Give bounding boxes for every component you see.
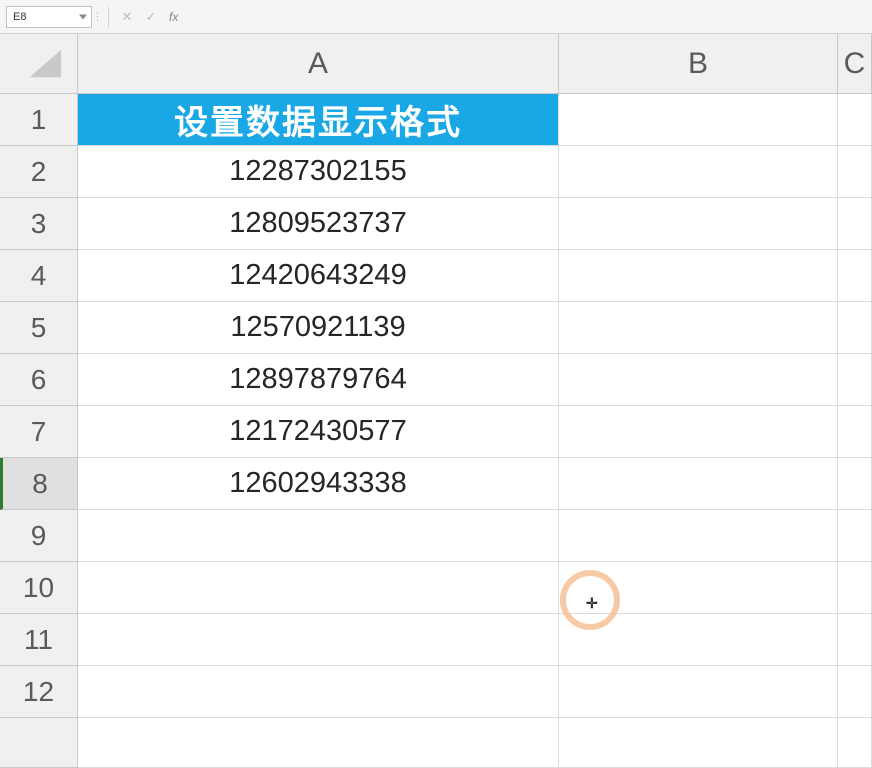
cell-grid: 设置数据显示格式 12287302155 12809523737 1242064… (78, 94, 872, 768)
cell-C4[interactable] (838, 250, 872, 302)
cell-C9[interactable] (838, 510, 872, 562)
cell-B10[interactable] (559, 562, 838, 614)
cell-C6[interactable] (838, 354, 872, 406)
row-2: 12287302155 (78, 146, 872, 198)
cell-A5[interactable]: 12570921139 (78, 302, 559, 354)
cell-A13[interactable] (78, 718, 559, 768)
cell-B5[interactable] (559, 302, 838, 354)
row-6: 12897879764 (78, 354, 872, 406)
row-header-5[interactable]: 5 (0, 302, 77, 354)
row-header-12[interactable]: 12 (0, 666, 77, 718)
name-box[interactable]: E8 (6, 6, 92, 28)
row-10 (78, 562, 872, 614)
row-1: 设置数据显示格式 (78, 94, 872, 146)
cell-A1[interactable]: 设置数据显示格式 (78, 94, 559, 146)
row-12 (78, 666, 872, 718)
row-header-13[interactable] (0, 718, 77, 768)
cell-B13[interactable] (559, 718, 838, 768)
column-header-C[interactable]: C (838, 34, 872, 93)
row-header-9[interactable]: 9 (0, 510, 77, 562)
cell-A3[interactable]: 12809523737 (78, 198, 559, 250)
cell-C8[interactable] (838, 458, 872, 510)
cell-A8[interactable]: 12602943338 (78, 458, 559, 510)
cell-A6[interactable]: 12897879764 (78, 354, 559, 406)
cell-B3[interactable] (559, 198, 838, 250)
cell-C11[interactable] (838, 614, 872, 666)
cell-C3[interactable] (838, 198, 872, 250)
cell-A11[interactable] (78, 614, 559, 666)
row-header-10[interactable]: 10 (0, 562, 77, 614)
row-headers: 1 2 3 4 5 6 7 8 9 10 11 12 (0, 94, 78, 768)
row-13 (78, 718, 872, 768)
row-header-7[interactable]: 7 (0, 406, 77, 458)
cell-A9[interactable] (78, 510, 559, 562)
row-header-4[interactable]: 4 (0, 250, 77, 302)
cell-C12[interactable] (838, 666, 872, 718)
cancel-formula-button[interactable]: ✕ (117, 7, 137, 27)
cell-A7[interactable]: 12172430577 (78, 406, 559, 458)
row-4: 12420643249 (78, 250, 872, 302)
cell-B1[interactable] (559, 94, 838, 146)
cell-A2[interactable]: 12287302155 (78, 146, 559, 198)
divider (108, 7, 109, 27)
cell-C2[interactable] (838, 146, 872, 198)
row-header-2[interactable]: 2 (0, 146, 77, 198)
column-header-A[interactable]: A (78, 34, 559, 93)
column-header-B[interactable]: B (559, 34, 838, 93)
cell-B7[interactable] (559, 406, 838, 458)
row-header-3[interactable]: 3 (0, 198, 77, 250)
row-3: 12809523737 (78, 198, 872, 250)
check-icon: ✓ (146, 9, 157, 25)
cell-C1[interactable] (838, 94, 872, 146)
accept-formula-button[interactable]: ✓ (141, 7, 161, 27)
cell-A10[interactable] (78, 562, 559, 614)
cell-B8[interactable] (559, 458, 838, 510)
select-all-corner[interactable] (0, 34, 78, 94)
cell-B9[interactable] (559, 510, 838, 562)
cell-B2[interactable] (559, 146, 838, 198)
cell-C10[interactable] (838, 562, 872, 614)
separator: ⋮ (92, 10, 102, 23)
column-headers: A B C (78, 34, 872, 94)
cell-C7[interactable] (838, 406, 872, 458)
x-icon: ✕ (122, 9, 133, 25)
fx-icon[interactable]: fx (169, 10, 178, 24)
name-box-value: E8 (13, 11, 26, 23)
spreadsheet-area: A B C 1 2 3 4 5 6 7 8 9 10 11 12 设置数据显示格… (0, 34, 872, 768)
cell-B6[interactable] (559, 354, 838, 406)
row-5: 12570921139 (78, 302, 872, 354)
row-header-11[interactable]: 11 (0, 614, 77, 666)
cell-B4[interactable] (559, 250, 838, 302)
cell-B12[interactable] (559, 666, 838, 718)
row-8: 12602943338 (78, 458, 872, 510)
row-11 (78, 614, 872, 666)
row-header-8[interactable]: 8 (0, 458, 77, 510)
formula-bar: E8 ⋮ ✕ ✓ fx (0, 0, 872, 34)
row-7: 12172430577 (78, 406, 872, 458)
formula-input[interactable] (178, 6, 866, 28)
dropdown-caret-icon (79, 14, 87, 19)
cell-C13[interactable] (838, 718, 872, 768)
row-9 (78, 510, 872, 562)
cell-C5[interactable] (838, 302, 872, 354)
cell-B11[interactable] (559, 614, 838, 666)
row-header-6[interactable]: 6 (0, 354, 77, 406)
cell-A4[interactable]: 12420643249 (78, 250, 559, 302)
cell-A12[interactable] (78, 666, 559, 718)
row-header-1[interactable]: 1 (0, 94, 77, 146)
